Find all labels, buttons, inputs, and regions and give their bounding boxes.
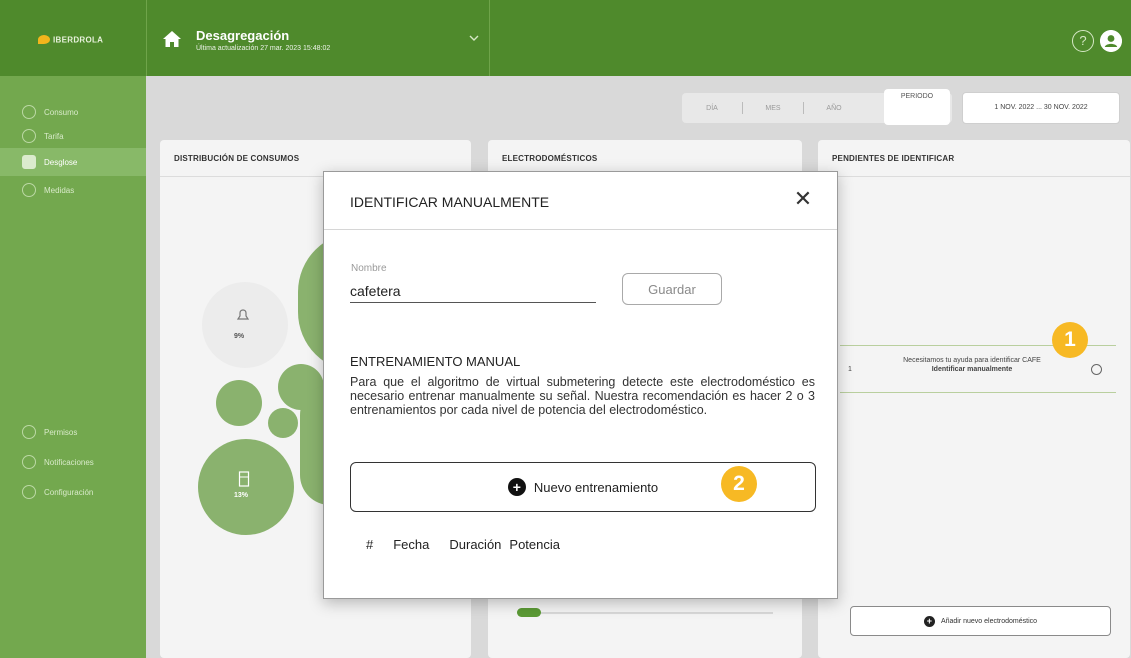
gauge-icon — [22, 183, 36, 197]
user-avatar-icon[interactable] — [1100, 30, 1122, 52]
sidebar-item-configuracion[interactable]: Configuración — [0, 478, 146, 506]
consumption-bubble[interactable] — [216, 380, 262, 426]
section-title: ENTRENAMIENTO MANUAL — [350, 354, 521, 369]
sidebar-item-tarifa[interactable]: Tarifa — [0, 122, 146, 150]
tariff-icon — [22, 129, 36, 143]
last-update: Última actualización 27 mar. 2023 15:48:… — [196, 45, 331, 52]
help-icon[interactable]: ? — [1072, 30, 1094, 52]
trainings-table-header: # Fecha Duración Potencia — [366, 537, 580, 552]
step-badge-2: 2 — [721, 466, 757, 502]
card-title: ELECTRODOMÉSTICOS — [502, 154, 598, 163]
top-header: IBERDROLA Desagregación Última actualiza… — [0, 0, 1131, 76]
divider — [324, 229, 837, 230]
consumption-icon — [22, 105, 36, 119]
bubble-percent: 9% — [234, 333, 245, 340]
add-appliance-button[interactable]: + Añadir nuevo electrodoméstico — [850, 606, 1111, 636]
sidebar-item-permisos[interactable]: Permisos — [0, 418, 146, 446]
slider-thumb[interactable] — [517, 608, 541, 617]
breakdown-icon — [22, 155, 36, 169]
bubble-percent: 13% — [234, 492, 249, 499]
card-title: DISTRIBUCIÓN DE CONSUMOS — [174, 154, 300, 163]
plus-circle-icon: + — [923, 615, 935, 627]
modal-title: IDENTIFICAR MANUALMENTE — [350, 194, 550, 210]
sidebar-item-notificaciones[interactable]: Notificaciones — [0, 448, 146, 476]
column-header: Potencia — [509, 537, 560, 552]
bell-icon — [22, 455, 36, 469]
plus-circle-icon: + — [507, 478, 526, 496]
sidebar-item-medidas[interactable]: Medidas — [0, 176, 146, 204]
clock-icon — [1091, 364, 1102, 375]
iberdrola-logo[interactable]: IBERDROLA — [38, 35, 103, 45]
page-title: Desagregación — [196, 28, 290, 43]
header-divider — [146, 0, 147, 76]
header-divider — [489, 0, 490, 76]
pending-card: PENDIENTES DE IDENTIFICAR — [818, 140, 1130, 658]
pending-message: Necesitamos tu ayuda para identificar CA… — [874, 356, 1070, 374]
divider — [818, 176, 1130, 177]
close-icon[interactable]: ✕ — [792, 188, 814, 210]
identify-manually-link[interactable]: Identificar manualmente — [874, 365, 1070, 374]
period-option-day[interactable]: DÍA — [682, 105, 742, 112]
fridge-icon — [238, 471, 250, 487]
period-option-month[interactable]: MES — [743, 105, 803, 112]
column-header: Fecha — [393, 537, 430, 552]
save-button[interactable]: Guardar — [622, 273, 722, 305]
section-description: Para que el algoritmo de virtual submete… — [350, 375, 815, 417]
sidebar: Consumo Tarifa Desglose Medidas Permisos… — [0, 76, 146, 658]
pending-message-text: Necesitamos tu ayuda para identificar CA… — [903, 357, 1041, 364]
card-title: PENDIENTES DE IDENTIFICAR — [832, 154, 955, 163]
chevron-down-icon[interactable] — [469, 33, 479, 43]
page-title-block: Desagregación Última actualización 27 ma… — [196, 28, 330, 52]
column-header: # — [366, 537, 374, 552]
name-field-label: Nombre — [351, 263, 387, 274]
step-badge-1: 1 — [1052, 322, 1088, 358]
consumption-bubble[interactable] — [198, 439, 294, 535]
identify-manually-modal: IDENTIFICAR MANUALMENTE ✕ Nombre Guardar… — [323, 171, 838, 599]
gear-icon — [22, 485, 36, 499]
date-range-picker[interactable]: 1 NOV. 2022 ... 30 NOV. 2022 — [962, 92, 1120, 124]
period-option-period[interactable]: PERIODO — [884, 89, 950, 125]
column-header: Duración — [449, 537, 502, 552]
consumption-bubble[interactable] — [268, 408, 298, 438]
alarm-icon — [236, 309, 250, 320]
consumption-bubble[interactable] — [202, 282, 288, 368]
slider-track[interactable] — [517, 612, 773, 614]
period-option-year[interactable]: AÑO — [804, 105, 864, 112]
sidebar-item-desglose[interactable]: Desglose — [0, 148, 146, 176]
name-field[interactable] — [350, 279, 596, 303]
logo-mark-icon — [38, 35, 50, 45]
home-icon — [163, 31, 181, 47]
shield-icon — [22, 425, 36, 439]
row-number: 1 — [848, 366, 852, 373]
